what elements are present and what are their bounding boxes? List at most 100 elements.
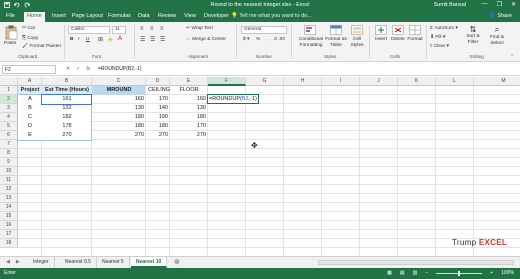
italic-button[interactable]: I — [78, 37, 79, 42]
font-size-select[interactable]: 11 — [112, 26, 126, 34]
copy-button[interactable]: ⎘ Copy — [22, 35, 38, 41]
row-header[interactable]: 18 — [0, 239, 18, 248]
table-cell[interactable]: 180 — [92, 113, 146, 122]
paste-button[interactable]: Paste — [4, 25, 18, 51]
row-header[interactable]: 6 — [0, 131, 18, 140]
row-header[interactable]: 15 — [0, 212, 18, 221]
table-cell[interactable]: 190 — [146, 113, 170, 122]
table-cell[interactable]: A — [18, 95, 42, 104]
row-header[interactable]: 7 — [0, 140, 18, 149]
table-cell[interactable]: D — [18, 122, 42, 131]
table-cell[interactable]: 130 — [92, 104, 146, 113]
delete-cells-button[interactable]: Delete — [390, 25, 406, 42]
column-header[interactable]: L — [436, 77, 474, 86]
row-header[interactable]: 2 — [0, 95, 18, 104]
bold-button[interactable]: B — [70, 37, 73, 42]
formula-input[interactable]: =ROUNDUP(B2,-1) — [98, 66, 141, 72]
table-header-cell[interactable]: FLOOR — [170, 86, 208, 95]
column-header[interactable]: E — [170, 77, 208, 86]
tab-file[interactable]: File — [6, 13, 15, 19]
table-cell[interactable]: 170 — [170, 122, 208, 131]
sort-filter-button[interactable]: ⇅ Sort & Filter — [463, 25, 483, 45]
column-header[interactable]: J — [360, 77, 398, 86]
align-center-icon[interactable]: ☰ — [150, 36, 155, 43]
table-cell[interactable]: E — [18, 131, 42, 140]
align-bottom-icon[interactable]: ≡ — [160, 26, 164, 32]
format-as-table-button[interactable]: Format as Table — [324, 25, 348, 48]
table-cell[interactable]: 270 — [146, 131, 170, 140]
column-header[interactable]: K — [398, 77, 436, 86]
row-header[interactable]: 1 — [0, 86, 18, 95]
table-cell[interactable]: B — [18, 104, 42, 113]
number-format-select[interactable]: General — [241, 26, 287, 34]
table-cell[interactable]: 140 — [146, 104, 170, 113]
tab-review[interactable]: Review — [158, 13, 176, 19]
tab-insert[interactable]: Insert — [52, 13, 66, 19]
column-header[interactable]: I — [322, 77, 360, 86]
user-name[interactable]: Sumit Bansal — [434, 2, 466, 8]
tell-me-box[interactable]: 💡 Tell me what you want to do... — [231, 13, 312, 19]
currency-button[interactable]: $ ▾ — [243, 37, 249, 42]
scroll-left-icon[interactable]: ◀ — [6, 259, 10, 265]
row-header[interactable]: 14 — [0, 203, 18, 212]
zoom-slider[interactable] — [436, 270, 483, 276]
table-cell[interactable]: 270 — [92, 131, 146, 140]
row-header[interactable]: 10 — [0, 167, 18, 176]
row-header[interactable]: 9 — [0, 158, 18, 167]
font-name-select[interactable]: Calibri — [68, 26, 110, 34]
select-all-corner[interactable] — [0, 77, 18, 86]
restore-button[interactable]: ❐ — [497, 1, 502, 8]
clear-button[interactable]: ◊ Clear ▾ — [430, 44, 449, 49]
table-cell[interactable]: 270 — [42, 131, 92, 140]
fx-icon[interactable]: fx — [86, 66, 90, 72]
wrap-text-button[interactable]: ↵ Wrap Text — [186, 26, 213, 31]
table-cell[interactable]: 182 — [42, 113, 92, 122]
align-right-icon[interactable]: ☰ — [160, 36, 165, 43]
row-header[interactable]: 3 — [0, 104, 18, 113]
table-cell[interactable]: 170 — [146, 95, 170, 104]
table-cell[interactable]: 180 — [146, 122, 170, 131]
cancel-icon[interactable]: ✕ — [66, 66, 70, 72]
cut-button[interactable]: ✂ Cut — [22, 26, 35, 31]
table-header-cell[interactable]: MROUND — [92, 86, 146, 95]
name-box[interactable]: F2 — [2, 65, 56, 74]
row-header[interactable]: 4 — [0, 113, 18, 122]
column-header[interactable]: G — [246, 77, 284, 86]
collapse-ribbon-icon[interactable]: ⌃ — [510, 54, 514, 60]
sheet-tab-nearest-5[interactable]: Nearest 5 — [97, 257, 130, 268]
format-cells-button[interactable]: Format — [407, 25, 423, 42]
scroll-right-icon[interactable]: ▶ — [16, 259, 20, 265]
tab-data[interactable]: Data — [138, 13, 150, 19]
column-header[interactable]: D — [146, 77, 170, 86]
page-layout-view-icon[interactable]: ▤ — [400, 270, 405, 276]
tab-page-layout[interactable]: Page Layout — [72, 13, 103, 19]
table-header-cell[interactable]: CEILING — [146, 86, 170, 95]
borders-icon[interactable]: ⊞ — [98, 36, 103, 43]
row-header[interactable]: 5 — [0, 122, 18, 131]
fill-color-icon[interactable]: ◈ — [108, 36, 113, 43]
tab-view[interactable]: View — [184, 13, 196, 19]
table-header-cell[interactable]: Project — [18, 86, 42, 95]
zoom-out-icon[interactable]: − — [425, 270, 428, 276]
table-cell[interactable]: 130 — [170, 104, 208, 113]
add-sheet-icon[interactable]: ⊕ — [174, 258, 180, 266]
tab-home[interactable]: Home — [24, 12, 45, 22]
column-header[interactable]: M — [474, 77, 520, 86]
zoom-level[interactable]: 100% — [501, 270, 514, 276]
horizontal-scrollbar[interactable] — [318, 260, 514, 265]
enter-icon[interactable]: ✓ — [76, 66, 80, 72]
fill-button[interactable]: ⬇ Fill ▾ — [430, 35, 445, 40]
share-button[interactable]: 👤 Share — [489, 13, 512, 19]
table-cell[interactable]: 180 — [170, 113, 208, 122]
align-left-icon[interactable]: ☰ — [140, 36, 145, 43]
decimal-buttons[interactable]: .0 .00 — [273, 37, 285, 42]
row-header[interactable]: 16 — [0, 221, 18, 230]
table-cell[interactable]: 180 — [92, 122, 146, 131]
conditional-formatting-button[interactable]: Conditional Formatting — [296, 25, 324, 48]
tab-developer[interactable]: Developer — [204, 13, 229, 19]
insert-cells-button[interactable]: Insert — [373, 25, 389, 42]
merge-center-button[interactable]: ⇔ Merge & Center — [186, 37, 226, 42]
percent-button[interactable]: % — [256, 37, 260, 42]
align-middle-icon[interactable]: ≡ — [150, 26, 154, 32]
cell-styles-button[interactable]: Cell Styles — [347, 25, 367, 48]
